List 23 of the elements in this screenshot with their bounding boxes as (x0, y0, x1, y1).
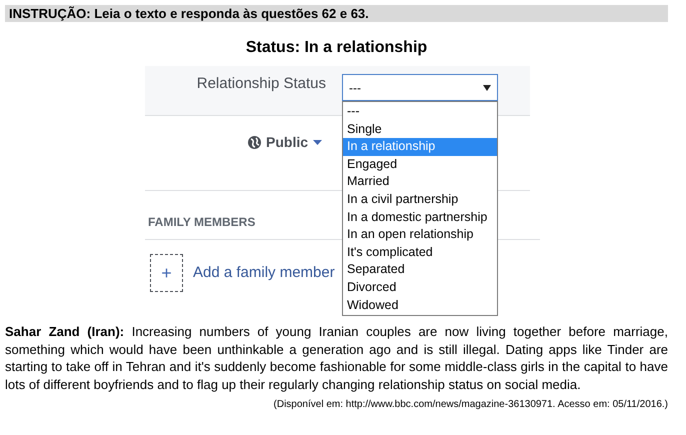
dropdown-option[interactable]: In a civil partnership (343, 190, 497, 209)
dropdown-option[interactable]: Separated (343, 261, 497, 279)
select-field[interactable]: --- (342, 74, 498, 101)
dropdown-option[interactable]: Married (343, 173, 497, 191)
instruction-bar: INSTRUÇÃO: Leia o texto e responda às questões 62 e 63. (5, 5, 668, 22)
dropdown-option[interactable]: In a relationship (343, 138, 497, 156)
passage: Sahar Zand (Iran): Increasing numbers of young Iranian couples are now living together before marriage, something which would have been unthinkable a generation ago and is still illegal. Dating apps like Tinder are starting to take off in Tehran and it's suddenly become fashionable for some middle-class girls in the capital to have lots of different boyfriends and to flag up their regularly changing relationship status on social media. (5, 323, 668, 393)
privacy-button[interactable]: Public (248, 132, 322, 152)
dropdown-option[interactable]: It's complicated (343, 244, 497, 262)
caret-icon (313, 140, 322, 144)
add-family-link[interactable]: Add a family member (193, 262, 335, 284)
dropdown-option[interactable]: Divorced (343, 278, 497, 297)
dropdown-option[interactable]: --- (343, 103, 497, 121)
dropdown-option[interactable]: Single (343, 120, 497, 138)
add-button[interactable]: + (150, 254, 183, 292)
caret-icon (483, 84, 491, 90)
dropdown-option[interactable]: Widowed (343, 296, 497, 314)
field-label: Relationship Status (196, 75, 326, 92)
globe-icon (248, 136, 261, 148)
title: Status: In a relationship (244, 38, 428, 58)
dropdown-option[interactable]: In a domestic partnership (343, 208, 497, 226)
dropdown-option[interactable]: Engaged (343, 156, 497, 174)
citation: (Disponível em: http://www.bbc.com/news/magazine-36130971. Acesso em: 05/11/2016.) (272, 398, 668, 412)
